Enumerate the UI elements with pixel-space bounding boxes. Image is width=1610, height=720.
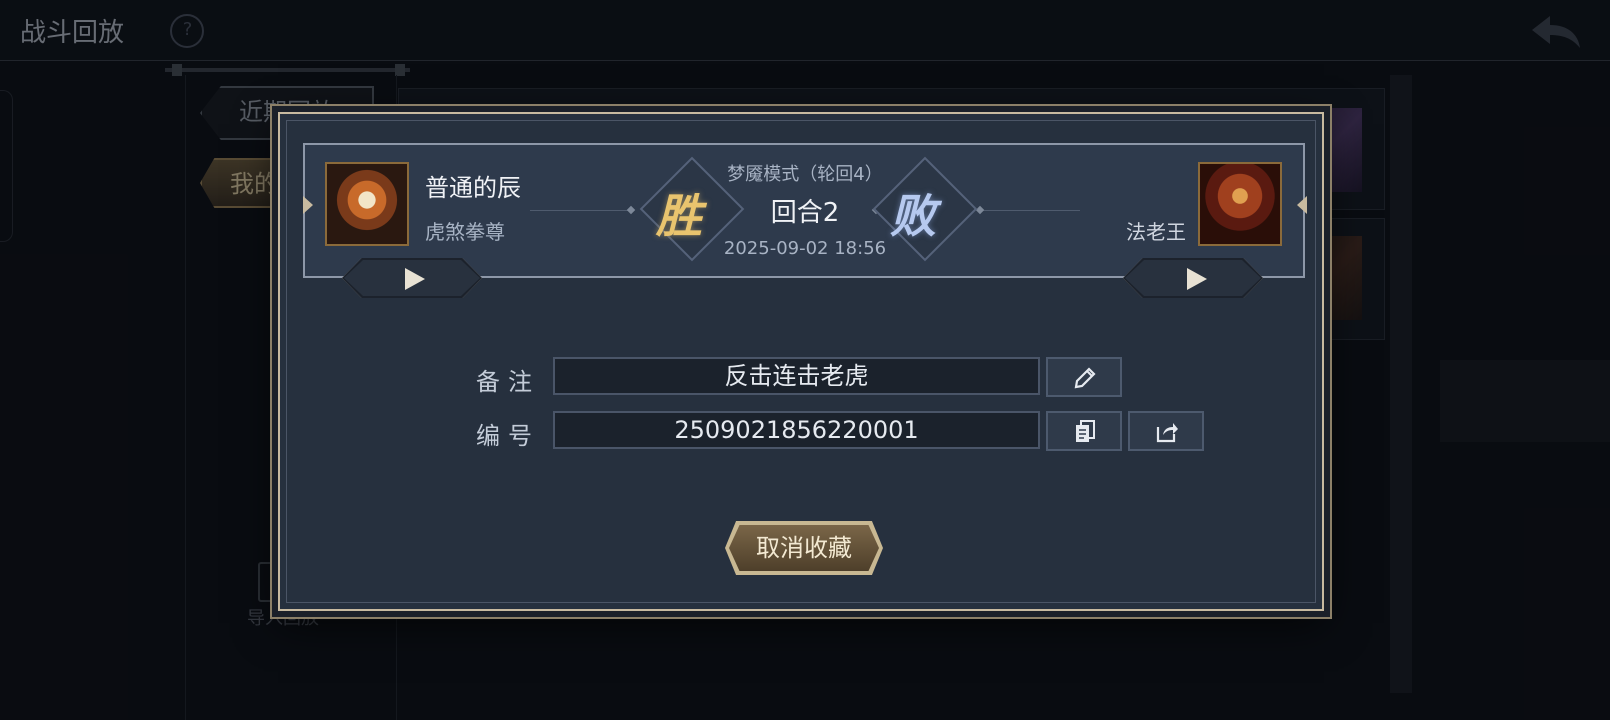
- edit-note-button[interactable]: [1046, 357, 1122, 397]
- round-label: 回合2: [770, 198, 840, 228]
- divider-line: [980, 210, 1080, 211]
- share-icon: [1156, 423, 1178, 443]
- id-label: 编号: [476, 422, 540, 450]
- left-player-hero: 虎煞拳尊: [425, 220, 505, 244]
- share-button[interactable]: [1128, 411, 1204, 451]
- pencil-icon: [1074, 367, 1096, 389]
- play-icon: [405, 268, 425, 290]
- copy-id-button[interactable]: [1046, 411, 1122, 451]
- play-icon: [1187, 268, 1207, 290]
- right-player-hero: 法老王: [1126, 220, 1186, 244]
- left-player-avatar: [325, 162, 409, 246]
- note-label: 备注: [476, 368, 540, 396]
- replay-id-field[interactable]: 2509021856220001: [553, 411, 1040, 449]
- right-player-avatar: [1198, 162, 1282, 246]
- left-player-name: 普通的辰: [425, 174, 521, 202]
- battle-date: 2025-09-02 18:56: [723, 238, 887, 259]
- cancel-favorite-button[interactable]: 取消收藏: [729, 525, 879, 571]
- note-field[interactable]: 反击连击老虎: [553, 357, 1040, 395]
- divider-line: [530, 210, 630, 211]
- win-badge: 胜: [656, 189, 702, 243]
- game-mode: 梦魇模式（轮回4）: [727, 164, 883, 185]
- copy-icon: [1076, 420, 1095, 442]
